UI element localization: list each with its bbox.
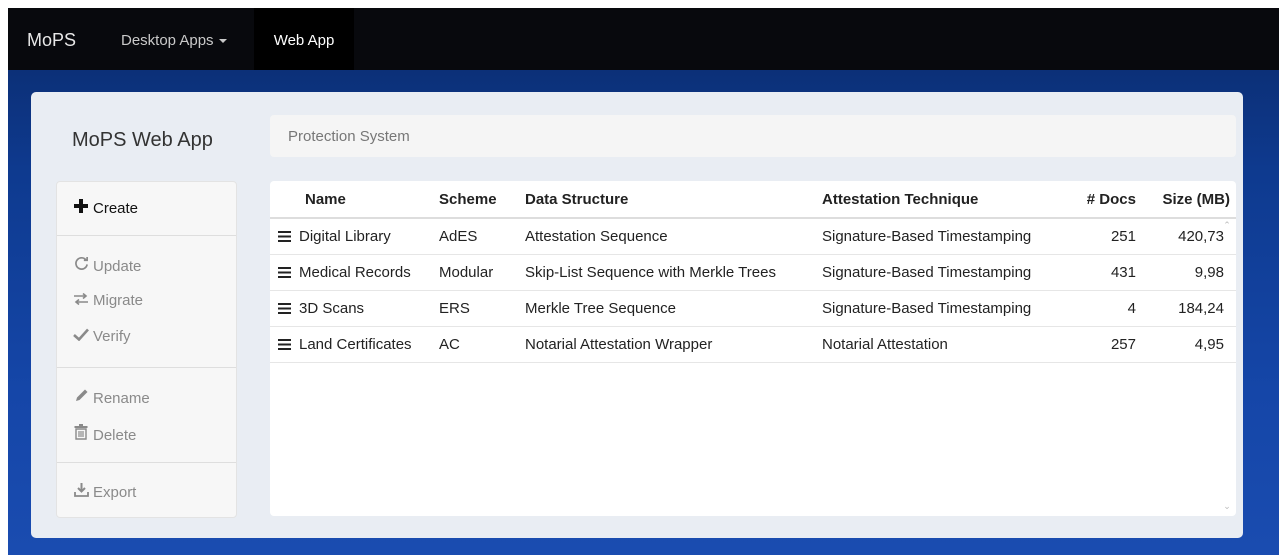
menu-icon[interactable]: [278, 266, 291, 278]
nav-web-app[interactable]: Web App: [254, 8, 354, 70]
cell-scheme: ERS: [439, 290, 525, 327]
verify-button[interactable]: Verify: [72, 328, 131, 345]
col-header-size[interactable]: Size (MB): [1136, 181, 1236, 219]
cell-name: Digital Library: [299, 228, 391, 245]
col-header-data-structure[interactable]: Data Structure: [525, 181, 822, 219]
trash-icon: [72, 424, 90, 444]
delete-button[interactable]: Delete: [72, 424, 136, 444]
caret-down-icon: [218, 39, 227, 44]
cell-scheme: Modular: [439, 254, 525, 291]
col-header-docs[interactable]: # Docs: [1070, 181, 1136, 219]
col-header-scheme[interactable]: Scheme: [439, 181, 525, 219]
download-icon: [72, 482, 90, 501]
cell-attestation: Notarial Attestation: [822, 326, 1070, 363]
menu-icon[interactable]: [278, 338, 291, 350]
cell-data-structure: Merkle Tree Sequence: [525, 290, 822, 327]
pencil-icon: [72, 388, 90, 407]
table-row[interactable]: Digital Library AdES Attestation Sequenc…: [270, 218, 1236, 255]
scroll-up-icon[interactable]: ⌃: [1223, 220, 1231, 231]
cell-docs: 431: [1070, 254, 1136, 291]
table-row[interactable]: 3D Scans ERS Merkle Tree Sequence Signat…: [270, 290, 1236, 327]
transfer-icon: [72, 292, 90, 309]
protection-systems-table: Name Scheme Data Structure Attestation T…: [270, 181, 1236, 516]
table-header-row: Name Scheme Data Structure Attestation T…: [270, 181, 1236, 219]
delete-label: Delete: [93, 427, 137, 444]
brand-link[interactable]: MoPS: [27, 30, 76, 51]
app-frame: MoPS Desktop Apps Web App MoPS Web App P…: [8, 8, 1279, 555]
export-label: Export: [93, 484, 137, 501]
breadcrumb-item: Protection System: [288, 128, 410, 145]
plus-icon: [72, 199, 90, 217]
cell-size: 4,95: [1136, 326, 1236, 363]
create-label: Create: [93, 200, 139, 217]
nav-desktop-apps[interactable]: Desktop Apps: [121, 8, 227, 70]
divider: [57, 462, 236, 463]
col-header-name[interactable]: Name: [270, 181, 439, 219]
cell-scheme: AC: [439, 326, 525, 363]
table-row[interactable]: Land Certificates AC Notarial Attestatio…: [270, 326, 1236, 363]
cell-data-structure: Attestation Sequence: [525, 218, 822, 255]
cell-attestation: Signature-Based Timestamping: [822, 254, 1070, 291]
cell-size: 184,24: [1136, 290, 1236, 327]
nav-desktop-apps-label: Desktop Apps: [121, 32, 214, 49]
col-header-attestation[interactable]: Attestation Technique: [822, 181, 1070, 219]
menu-icon[interactable]: [278, 302, 291, 314]
verify-label: Verify: [93, 328, 131, 345]
main-panel: MoPS Web App Protection System Create Up…: [31, 92, 1243, 538]
create-button[interactable]: Create: [72, 199, 138, 217]
rename-label: Rename: [93, 390, 150, 407]
divider: [57, 367, 236, 368]
cell-size: 9,98: [1136, 254, 1236, 291]
breadcrumb: Protection System: [270, 115, 1236, 157]
menu-icon[interactable]: [278, 230, 291, 242]
cell-docs: 251: [1070, 218, 1136, 255]
cell-name: 3D Scans: [299, 300, 365, 317]
table-row[interactable]: Medical Records Modular Skip-List Sequen…: [270, 254, 1236, 291]
cell-docs: 257: [1070, 326, 1136, 363]
cell-attestation: Signature-Based Timestamping: [822, 218, 1070, 255]
cell-name: Land Certificates: [299, 336, 412, 353]
divider: [57, 235, 236, 236]
update-button[interactable]: Update: [72, 256, 141, 275]
rename-button[interactable]: Rename: [72, 388, 150, 407]
migrate-label: Migrate: [93, 292, 144, 309]
cell-name: Medical Records: [299, 264, 411, 281]
cell-docs: 4: [1070, 290, 1136, 327]
export-button[interactable]: Export: [72, 482, 136, 501]
cell-data-structure: Skip-List Sequence with Merkle Trees: [525, 254, 822, 291]
refresh-icon: [72, 256, 90, 275]
migrate-button[interactable]: Migrate: [72, 292, 143, 309]
cell-size: 420,73: [1136, 218, 1236, 255]
update-label: Update: [93, 258, 142, 275]
action-sidebar: Create Update Migrate Verify Rename Dele…: [56, 181, 237, 518]
scroll-down-icon[interactable]: ⌄: [1223, 501, 1231, 512]
cell-attestation: Signature-Based Timestamping: [822, 290, 1070, 327]
checkmark-icon: [72, 328, 90, 345]
cell-data-structure: Notarial Attestation Wrapper: [525, 326, 822, 363]
navbar: MoPS Desktop Apps Web App: [8, 8, 1279, 70]
page-title: MoPS Web App: [72, 129, 213, 151]
cell-scheme: AdES: [439, 218, 525, 255]
